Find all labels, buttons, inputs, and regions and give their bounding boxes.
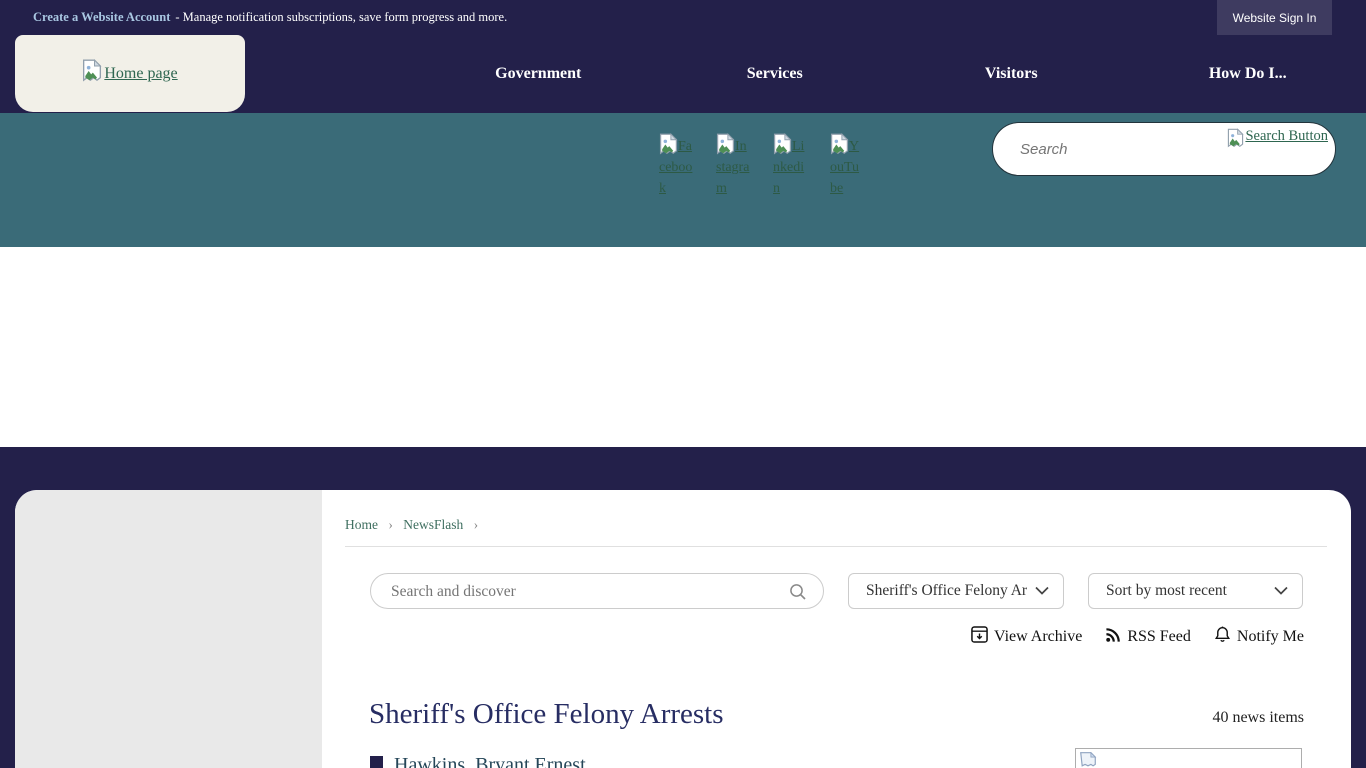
broken-image-icon	[82, 59, 102, 88]
notify-me-link[interactable]: Notify Me	[1214, 626, 1304, 648]
youtube-link[interactable]: YouTube	[830, 133, 864, 199]
menu-item-government[interactable]: Government	[420, 35, 657, 113]
home-logo-card[interactable]: Home page	[15, 35, 245, 112]
news-item-image-placeholder[interactable]	[1075, 748, 1302, 768]
breadcrumb-separator: ›	[388, 517, 393, 532]
archive-icon	[971, 626, 988, 648]
broken-image-icon	[1227, 128, 1244, 154]
linkedin-link[interactable]: Linkedin	[773, 133, 807, 199]
rss-feed-label: RSS Feed	[1127, 628, 1191, 646]
create-account-link[interactable]: Create a Website Account	[33, 10, 170, 25]
newsflash-search-box	[370, 573, 824, 609]
empty-content-region	[0, 247, 1366, 447]
main-menu: Government Services Visitors How Do I...	[420, 35, 1366, 113]
chevron-down-icon	[1274, 582, 1288, 600]
breadcrumb-home-link[interactable]: Home	[345, 517, 378, 532]
menu-item-services[interactable]: Services	[657, 35, 894, 113]
menu-item-how-do-i[interactable]: How Do I...	[1130, 35, 1366, 113]
news-item-bullet	[370, 756, 383, 768]
home-page-link[interactable]: Home page	[82, 59, 177, 88]
page-title: Sheriff's Office Felony Arrests	[369, 698, 724, 731]
broken-image-icon	[659, 139, 678, 154]
search-icon[interactable]	[789, 583, 807, 606]
news-items-count: 40 news items	[1212, 709, 1304, 727]
menu-item-visitors[interactable]: Visitors	[893, 35, 1130, 113]
top-utility-bar: Create a Website Account - Manage notifi…	[0, 0, 1366, 35]
breadcrumb-newsflash-link[interactable]: NewsFlash	[403, 517, 463, 532]
site-search-box: Search Button	[992, 122, 1336, 176]
search-button[interactable]: Search Button	[1227, 128, 1328, 154]
category-dropdown-value: Sheriff's Office Felony Ar	[866, 582, 1027, 600]
sort-dropdown-value: Sort by most recent	[1106, 582, 1227, 600]
news-list-item: Hawkins, Bryant Ernest	[370, 754, 586, 768]
broken-image-icon	[773, 139, 792, 154]
page: Create a Website Account - Manage notifi…	[0, 0, 1366, 768]
website-sign-in-button[interactable]: Website Sign In	[1217, 0, 1332, 35]
rss-icon	[1105, 627, 1121, 648]
news-actions-row: View Archive RSS Feed	[971, 626, 1304, 648]
account-message-text: - Manage notification subscriptions, sav…	[175, 10, 507, 25]
lower-page-background: Home › NewsFlash › Sheriff's Office Felo…	[0, 447, 1366, 768]
left-sidebar-panel	[15, 490, 322, 768]
breadcrumb-divider	[345, 546, 1327, 547]
breadcrumb-separator: ›	[474, 517, 479, 532]
site-search-input[interactable]	[1020, 135, 1200, 163]
breadcrumb: Home › NewsFlash ›	[345, 517, 485, 533]
main-navbar: Home page Government Services Visitors H…	[0, 35, 1366, 113]
newsflash-search-input[interactable]	[391, 580, 781, 604]
facebook-link[interactable]: Facebook	[659, 133, 693, 199]
broken-image-icon	[716, 139, 735, 154]
account-message: Create a Website Account - Manage notifi…	[33, 0, 507, 35]
view-archive-link[interactable]: View Archive	[971, 626, 1082, 648]
instagram-link[interactable]: Instagram	[716, 133, 750, 199]
news-item-title-link[interactable]: Hawkins, Bryant Ernest	[394, 754, 586, 768]
bell-icon	[1214, 626, 1231, 648]
rss-feed-link[interactable]: RSS Feed	[1105, 627, 1191, 648]
social-links-row: Facebook Instagram Linkedin YouTube	[659, 133, 864, 199]
broken-image-icon	[830, 139, 849, 154]
home-page-alt-text: Home page	[104, 65, 177, 83]
chevron-down-icon	[1035, 582, 1049, 600]
notify-me-label: Notify Me	[1237, 628, 1304, 646]
view-archive-label: View Archive	[994, 628, 1082, 646]
content-card: Home › NewsFlash › Sheriff's Office Felo…	[15, 490, 1351, 768]
teal-header-band: Facebook Instagram Linkedin YouTube Sear…	[0, 113, 1366, 247]
category-dropdown[interactable]: Sheriff's Office Felony Ar	[848, 573, 1064, 609]
search-button-alt-text: Search Button	[1245, 128, 1328, 145]
sort-dropdown[interactable]: Sort by most recent	[1088, 573, 1303, 609]
